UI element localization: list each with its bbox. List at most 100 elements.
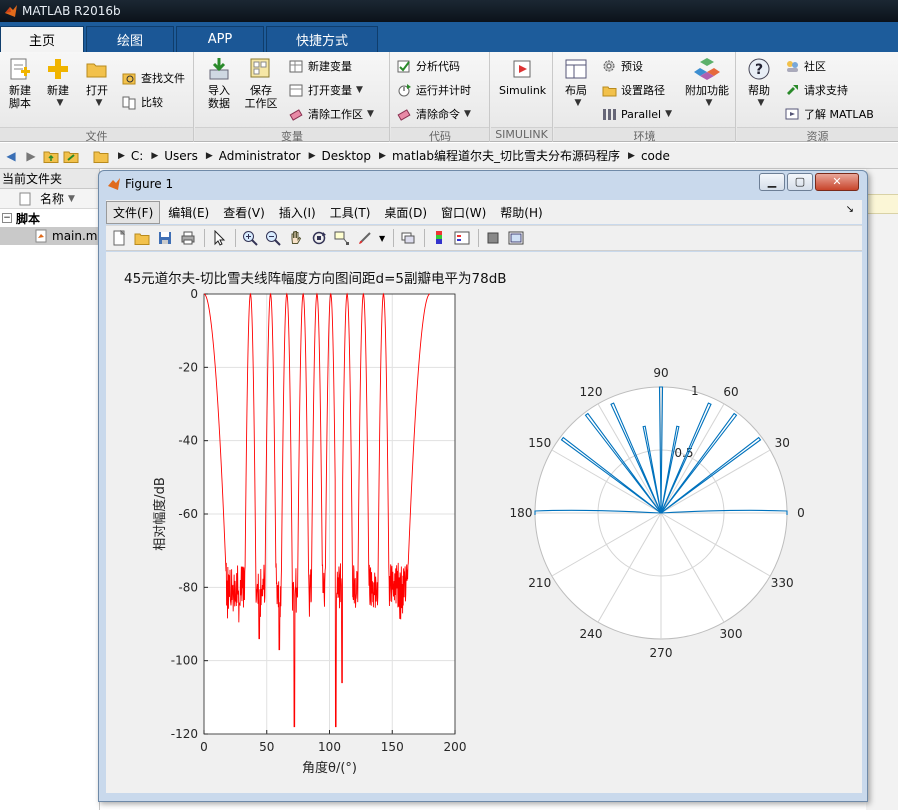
sort-down-icon: ▼ — [68, 193, 75, 204]
group-label-variable: 变量 — [195, 127, 389, 143]
menu-tools[interactable]: 工具(T) — [324, 202, 377, 223]
analyze-code-label: 分析代码 — [416, 60, 460, 73]
new-script-button[interactable]: 新建 脚本 — [0, 56, 40, 110]
parallel-button[interactable]: Parallel ▼ — [602, 104, 672, 124]
folder-icon — [602, 86, 617, 96]
community-label: 社区 — [804, 60, 826, 73]
tab-home[interactable]: 主页 — [0, 26, 84, 52]
app-titlebar: MATLAB R2016b — [0, 0, 898, 22]
layout-button[interactable]: 布局 ▼ — [556, 56, 596, 110]
open-file-icon[interactable] — [133, 229, 151, 247]
breadcrumb-item[interactable]: matlab编程道尔夫_切比雪夫分布源码程序 — [392, 147, 620, 164]
new-button[interactable]: 新建 ▼ — [38, 56, 78, 110]
open-button[interactable]: 打开 ▼ — [77, 56, 117, 110]
request-support-button[interactable]: 请求支持 — [785, 80, 848, 100]
tab-plots[interactable]: 绘图 — [86, 26, 174, 52]
show-plot-tools-icon[interactable] — [507, 229, 525, 247]
clear-workspace-button[interactable]: 清除工作区 ▼ — [289, 104, 374, 124]
open-variable-label: 打开变量 — [308, 84, 352, 97]
compare-button[interactable]: 比较 — [122, 92, 163, 112]
polar-angle-label: 0 — [797, 506, 805, 520]
breadcrumb-item[interactable]: Administrator — [219, 149, 301, 163]
dock-arrow-icon[interactable]: ↘ — [846, 204, 854, 215]
help-button[interactable]: ? 帮助 ▼ — [739, 56, 779, 110]
new-variable-icon — [289, 60, 303, 72]
set-path-button[interactable]: 设置路径 — [602, 80, 665, 100]
breadcrumb-item[interactable]: Users — [164, 149, 198, 163]
run-and-time-button[interactable]: 运行并计时 — [397, 80, 471, 100]
menu-desktop[interactable]: 桌面(D) — [378, 202, 433, 223]
menu-window[interactable]: 窗口(W) — [435, 202, 492, 223]
maximize-button[interactable]: ▢ — [787, 173, 813, 191]
x-tick-label: 200 — [444, 740, 467, 754]
brush-icon[interactable] — [356, 229, 374, 247]
column-header[interactable]: 名称 ▼ — [0, 189, 99, 209]
learn-matlab-button[interactable]: 了解 MATLAB — [785, 104, 874, 124]
menu-insert[interactable]: 插入(I) — [273, 202, 322, 223]
pan-icon[interactable] — [287, 229, 305, 247]
up-folder-icon[interactable] — [42, 147, 60, 165]
colorbar-icon[interactable] — [430, 229, 448, 247]
zoom-in-icon[interactable] — [241, 229, 259, 247]
import-data-label: 导入 数据 — [208, 84, 230, 110]
import-data-button[interactable]: 导入 数据 — [199, 56, 239, 110]
tree-group-scripts[interactable]: − 脚本 — [0, 209, 99, 227]
background-command-window — [866, 169, 898, 810]
crumb-separator-icon: ▶ — [308, 150, 316, 161]
back-arrow-icon[interactable]: ◀ — [2, 147, 20, 165]
tab-apps[interactable]: APP — [176, 26, 264, 52]
x-tick-label: 150 — [381, 740, 404, 754]
run-and-time-label: 运行并计时 — [416, 84, 471, 97]
clear-commands-label: 清除命令 — [416, 108, 460, 121]
y-axis-label: 相对幅度/dB — [152, 477, 168, 551]
menu-edit[interactable]: 编辑(E) — [162, 202, 215, 223]
new-script-label: 新建 脚本 — [9, 84, 31, 110]
menu-help[interactable]: 帮助(H) — [494, 202, 548, 223]
browse-folder-icon[interactable] — [62, 147, 80, 165]
zoom-out-icon[interactable] — [264, 229, 282, 247]
y-tick-label: -100 — [171, 654, 198, 668]
y-tick-label: -120 — [171, 727, 198, 741]
chevron-down-icon[interactable]: ▼ — [379, 234, 385, 243]
community-button[interactable]: 社区 — [785, 56, 826, 76]
chevron-down-icon: ▼ — [367, 109, 374, 119]
breadcrumb-item[interactable]: code — [641, 149, 670, 163]
print-icon[interactable] — [179, 229, 197, 247]
ribbon: 新建 脚本 新建 ▼ 打开 ▼ 查找文件 比较 文件 导入 数据 保存 工作区 … — [0, 52, 898, 143]
forward-arrow-icon[interactable]: ▶ — [22, 147, 40, 165]
menu-view[interactable]: 查看(V) — [217, 202, 271, 223]
new-variable-button[interactable]: 新建变量 — [289, 56, 352, 76]
menu-file[interactable]: 文件(F) — [106, 200, 161, 224]
open-variable-button[interactable]: 打开变量 ▼ — [289, 80, 363, 100]
group-resources: ? 帮助 ▼ 社区 请求支持 了解 MATLAB 资源 — [737, 52, 898, 143]
breadcrumb-item[interactable]: Desktop — [322, 149, 372, 163]
analyze-code-button[interactable]: 分析代码 — [397, 56, 460, 76]
save-workspace-label: 保存 工作区 — [244, 84, 278, 110]
link-plot-icon[interactable] — [399, 229, 417, 247]
close-button[interactable]: ✕ — [815, 173, 859, 191]
new-variable-label: 新建变量 — [308, 60, 352, 73]
new-figure-icon[interactable] — [110, 229, 128, 247]
clear-commands-button[interactable]: 清除命令 ▼ — [397, 104, 471, 124]
breadcrumb-item[interactable]: C: — [131, 149, 143, 163]
figure-titlebar[interactable]: Figure 1 ▁ ▢ ✕ — [99, 171, 867, 197]
save-icon[interactable] — [156, 229, 174, 247]
find-files-button[interactable]: 查找文件 — [122, 68, 185, 88]
preferences-button[interactable]: 预设 — [602, 56, 643, 76]
group-label-resources: 资源 — [737, 127, 898, 143]
collapse-icon[interactable]: − — [2, 213, 12, 223]
legend-icon[interactable] — [453, 229, 471, 247]
group-label-code: 代码 — [391, 127, 489, 143]
hide-plot-tools-icon[interactable] — [484, 229, 502, 247]
file-item-main[interactable]: main.m — [0, 227, 99, 245]
pointer-icon[interactable] — [210, 229, 228, 247]
toolbar-separator — [424, 229, 426, 247]
save-workspace-button[interactable]: 保存 工作区 — [241, 56, 281, 110]
polar-angle-label: 210 — [528, 576, 551, 590]
minimize-button[interactable]: ▁ — [759, 173, 785, 191]
data-cursor-icon[interactable] — [333, 229, 351, 247]
tab-shortcuts[interactable]: 快捷方式 — [266, 26, 378, 52]
rotate-icon[interactable] — [310, 229, 328, 247]
addons-button[interactable]: 附加功能 ▼ — [682, 56, 732, 110]
simulink-button[interactable]: Simulink — [499, 56, 546, 97]
